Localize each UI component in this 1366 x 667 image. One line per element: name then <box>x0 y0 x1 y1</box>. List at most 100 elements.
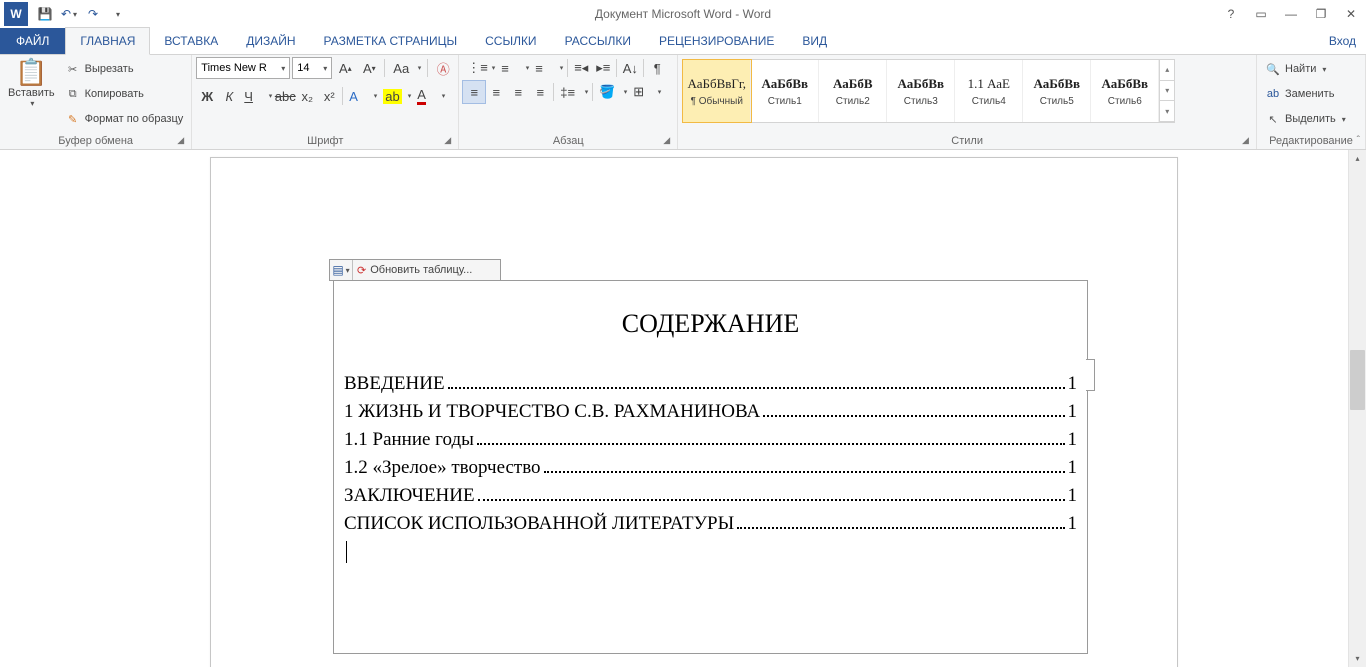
font-family-dropdown[interactable]: Times New R▾ <box>196 57 290 79</box>
text-cursor <box>346 541 347 563</box>
tab-insert[interactable]: ВСТАВКА <box>150 28 232 54</box>
replace-button[interactable]: abЗаменить <box>1261 82 1350 106</box>
toc-handle[interactable] <box>1086 359 1095 391</box>
align-left-button[interactable]: ≡ <box>463 81 485 103</box>
align-left-icon: ≡ <box>470 85 478 100</box>
style-5[interactable]: АаБбВвСтиль5 <box>1023 60 1091 122</box>
toc-field[interactable]: ▤▾ ⟳Обновить таблицу... СОДЕРЖАНИЕ ВВЕДЕ… <box>333 258 1088 654</box>
paste-icon: 📋 <box>15 59 47 85</box>
numbering-button[interactable]: ≡▾ <box>497 57 531 79</box>
align-right-button[interactable]: ≡ <box>507 81 529 103</box>
document-title: Документ Microsoft Word - Word <box>595 7 771 21</box>
help-button[interactable]: ? <box>1216 3 1246 25</box>
group-editing: 🔍Найти▾ abЗаменить ↖Выделить▾ Редактиров… <box>1257 55 1366 149</box>
toc-entry[interactable]: 1.1 Ранние годы1 <box>344 429 1077 451</box>
qat-save-button[interactable]: 💾 <box>34 3 56 25</box>
paste-button[interactable]: 📋 Вставить ▾ <box>4 57 59 110</box>
scrollbar-up-button[interactable]: ▴ <box>1349 150 1366 167</box>
align-center-button[interactable]: ≡ <box>485 81 507 103</box>
toc-entry[interactable]: 1 ЖИЗНЬ И ТВОРЧЕСТВО С.В. РАХМАНИНОВА1 <box>344 401 1077 423</box>
close-button[interactable]: ✕ <box>1336 3 1366 25</box>
gallery-expand[interactable]: ▾ <box>1160 101 1174 122</box>
superscript-button[interactable]: x² <box>318 85 340 107</box>
style-1[interactable]: АаБбВвСтиль1 <box>751 60 819 122</box>
clipboard-launcher[interactable]: ◢ <box>177 135 189 147</box>
ribbon-display-options-button[interactable]: ▭ <box>1246 3 1276 25</box>
tab-mailings[interactable]: РАССЫЛКИ <box>551 28 645 54</box>
gallery-scroll-up[interactable]: ▴ <box>1160 60 1174 81</box>
indent-icon: ▸≡ <box>596 60 610 76</box>
numbering-icon: ≡ <box>501 61 509 76</box>
grow-font-button[interactable]: A▴ <box>334 57 356 79</box>
tab-page-layout[interactable]: РАЗМЕТКА СТРАНИЦЫ <box>310 28 472 54</box>
font-launcher[interactable]: ◢ <box>444 135 456 147</box>
cut-button[interactable]: ✂Вырезать <box>61 57 188 81</box>
strikethrough-button[interactable]: abc <box>274 85 296 107</box>
vertical-scrollbar[interactable]: ▴ ▾ <box>1348 150 1366 667</box>
find-button[interactable]: 🔍Найти▾ <box>1261 57 1350 81</box>
change-case-button[interactable]: Aa▾ <box>389 57 423 79</box>
style-4[interactable]: 1.1 АаЕСтиль4 <box>955 60 1023 122</box>
toc-update-button[interactable]: ⟳Обновить таблицу... <box>353 264 476 277</box>
toc-content[interactable]: СОДЕРЖАНИЕ ВВЕДЕНИЕ1 1 ЖИЗНЬ И ТВОРЧЕСТВ… <box>333 280 1088 654</box>
decrease-indent-button[interactable]: ≡◂ <box>570 57 592 79</box>
subscript-button[interactable]: x₂ <box>296 85 318 107</box>
minimize-button[interactable]: — <box>1276 3 1306 25</box>
font-color-button[interactable]: A▾ <box>413 85 447 107</box>
qat-redo-button[interactable]: ↷ <box>82 3 104 25</box>
document-area[interactable]: ▤▾ ⟳Обновить таблицу... СОДЕРЖАНИЕ ВВЕДЕ… <box>0 150 1349 667</box>
collapse-ribbon-button[interactable]: ˆ <box>1357 135 1360 146</box>
toc-entry[interactable]: ЗАКЛЮЧЕНИЕ1 <box>344 485 1077 507</box>
page[interactable]: ▤▾ ⟳Обновить таблицу... СОДЕРЖАНИЕ ВВЕДЕ… <box>210 157 1178 667</box>
format-painter-button[interactable]: ✎Формат по образцу <box>61 107 188 131</box>
shading-button[interactable]: 🪣▾ <box>595 81 629 103</box>
tab-view[interactable]: ВИД <box>788 28 841 54</box>
scrollbar-down-button[interactable]: ▾ <box>1349 650 1366 667</box>
style-6[interactable]: АаБбВвСтиль6 <box>1091 60 1159 122</box>
bullets-button[interactable]: ⋮≡▾ <box>463 57 497 79</box>
bold-button[interactable]: Ж <box>196 85 218 107</box>
toc-entry[interactable]: 1.2 «Зрелое» творчество1 <box>344 457 1077 479</box>
bucket-icon: 🪣 <box>599 84 615 100</box>
text-effects-button[interactable]: A▾ <box>345 85 379 107</box>
sign-in-link[interactable]: Вход <box>1329 34 1356 48</box>
tab-file[interactable]: ФАЙЛ <box>0 28 65 54</box>
tab-review[interactable]: РЕЦЕНЗИРОВАНИЕ <box>645 28 788 54</box>
tab-references[interactable]: ССЫЛКИ <box>471 28 550 54</box>
show-marks-button[interactable]: ¶ <box>646 57 668 79</box>
clear-formatting-button[interactable]: Ⓐ <box>432 57 454 79</box>
styles-launcher[interactable]: ◢ <box>1242 135 1254 147</box>
increase-indent-button[interactable]: ▸≡ <box>592 57 614 79</box>
multilevel-button[interactable]: ≡▾ <box>531 57 565 79</box>
copy-button[interactable]: ⧉Копировать <box>61 82 188 106</box>
title-bar: W 💾 ↶▾ ↷ ▾ Документ Microsoft Word - Wor… <box>0 0 1366 28</box>
italic-button[interactable]: К <box>218 85 240 107</box>
shrink-font-button[interactable]: A▾ <box>358 57 380 79</box>
gallery-scroll-down[interactable]: ▾ <box>1160 81 1174 102</box>
qat-undo-button[interactable]: ↶▾ <box>58 3 80 25</box>
sort-icon: A↓ <box>623 61 638 76</box>
toc-entry[interactable]: ВВЕДЕНИЕ1 <box>344 373 1077 395</box>
select-button[interactable]: ↖Выделить▾ <box>1261 107 1350 131</box>
style-normal[interactable]: АаБбВвГг,¶ Обычный <box>683 60 751 122</box>
qat-customize-button[interactable]: ▾ <box>106 3 128 25</box>
toc-menu-button[interactable]: ▤▾ <box>330 260 353 280</box>
highlight-button[interactable]: ab▾ <box>379 85 413 107</box>
underline-button[interactable]: Ч▾ <box>240 85 274 107</box>
tab-design[interactable]: ДИЗАЙН <box>232 28 309 54</box>
justify-button[interactable]: ≡ <box>529 81 551 103</box>
toc-entry[interactable]: СПИСОК ИСПОЛЬЗОВАННОЙ ЛИТЕРАТУРЫ1 <box>344 513 1077 535</box>
font-size-dropdown[interactable]: 14▾ <box>292 57 332 79</box>
line-spacing-button[interactable]: ‡≡▾ <box>556 81 590 103</box>
tab-home[interactable]: ГЛАВНАЯ <box>65 27 150 55</box>
toc-title: СОДЕРЖАНИЕ <box>344 309 1077 339</box>
group-label-paragraph: Абзац <box>463 134 673 149</box>
restore-button[interactable]: ❐ <box>1306 3 1336 25</box>
scrollbar-thumb[interactable] <box>1350 350 1365 410</box>
borders-button[interactable]: ⊞▾ <box>629 81 663 103</box>
style-2[interactable]: АаБбВСтиль2 <box>819 60 887 122</box>
group-font: Times New R▾ 14▾ A▴ A▾ Aa▾ Ⓐ Ж К Ч▾ abc … <box>192 55 459 149</box>
style-3[interactable]: АаБбВвСтиль3 <box>887 60 955 122</box>
paragraph-launcher[interactable]: ◢ <box>663 135 675 147</box>
sort-button[interactable]: A↓ <box>619 57 641 79</box>
